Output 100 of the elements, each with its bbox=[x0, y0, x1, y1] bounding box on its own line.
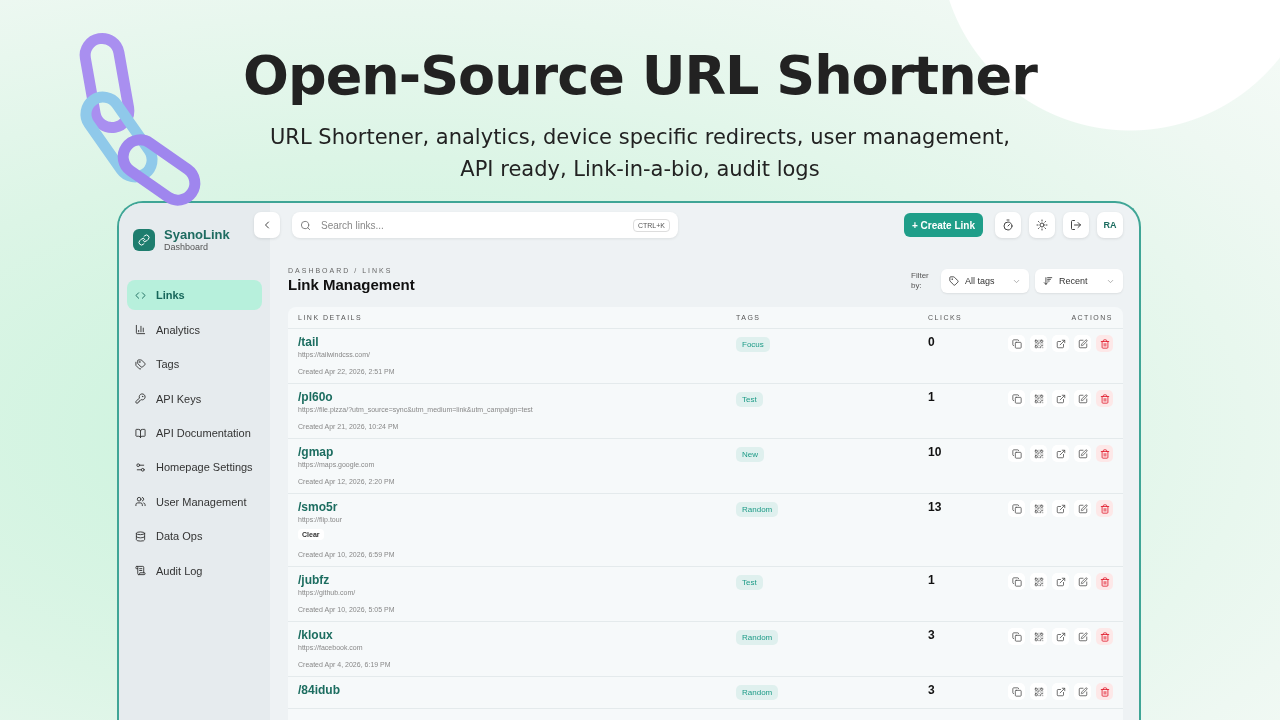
sidebar-item[interactable]: Homepage Settings bbox=[127, 452, 262, 483]
qr-code-button[interactable] bbox=[1030, 628, 1047, 646]
open-link-button[interactable] bbox=[1052, 500, 1069, 518]
sidebar-item[interactable]: User Management bbox=[127, 486, 262, 517]
edit-button[interactable] bbox=[1074, 335, 1091, 353]
external-link-icon bbox=[1055, 503, 1066, 514]
delete-button[interactable] bbox=[1096, 445, 1113, 463]
edit-button[interactable] bbox=[1074, 390, 1091, 408]
edit-button[interactable] bbox=[1074, 500, 1091, 518]
sidebar-item[interactable]: Audit Log bbox=[127, 555, 262, 586]
edit-icon bbox=[1077, 503, 1088, 514]
edit-icon bbox=[1077, 338, 1088, 349]
copy-icon bbox=[1011, 686, 1022, 697]
avatar-button[interactable]: RA bbox=[1097, 212, 1123, 239]
qr-code-icon bbox=[1033, 686, 1044, 697]
short-link[interactable]: /jubfz bbox=[298, 573, 736, 588]
sidebar-item[interactable]: Links bbox=[127, 280, 262, 311]
copy-icon bbox=[1011, 393, 1022, 404]
book-icon bbox=[135, 427, 146, 439]
timer-icon bbox=[1002, 219, 1014, 232]
short-link[interactable]: /pl60o bbox=[298, 390, 736, 405]
copy-icon bbox=[1011, 448, 1022, 459]
hero-subtitle: API ready, Link-in-a-bio, audit logs bbox=[460, 156, 820, 183]
delete-button[interactable] bbox=[1096, 390, 1113, 408]
tag-filter-select[interactable]: All tags bbox=[941, 269, 1029, 294]
open-link-button[interactable] bbox=[1052, 683, 1069, 701]
filter-label: Filter by: bbox=[911, 271, 930, 292]
logout-button[interactable] bbox=[1063, 212, 1089, 239]
external-link-icon bbox=[1055, 576, 1066, 587]
short-link[interactable]: /smo5r bbox=[298, 500, 736, 515]
copy-button[interactable] bbox=[1008, 335, 1025, 353]
search-input[interactable]: Search links... bbox=[319, 218, 625, 232]
sun-icon bbox=[1036, 219, 1048, 232]
edit-button[interactable] bbox=[1074, 683, 1091, 701]
click-count: 1 bbox=[928, 573, 936, 590]
external-link-icon bbox=[1055, 631, 1066, 642]
sidebar-item[interactable]: Data Ops bbox=[127, 521, 262, 552]
copy-button[interactable] bbox=[1008, 573, 1025, 591]
qr-code-button[interactable] bbox=[1030, 683, 1047, 701]
qr-code-button[interactable] bbox=[1030, 445, 1047, 463]
click-count: 3 bbox=[928, 683, 936, 700]
delete-button[interactable] bbox=[1096, 573, 1113, 591]
qr-code-icon bbox=[1033, 393, 1044, 404]
external-link-icon bbox=[1055, 448, 1066, 459]
copy-icon bbox=[1011, 338, 1022, 349]
qr-code-button[interactable] bbox=[1030, 390, 1047, 408]
open-link-button[interactable] bbox=[1052, 628, 1069, 646]
sidebar-item[interactable]: API Documentation bbox=[127, 418, 262, 448]
copy-button[interactable] bbox=[1008, 390, 1025, 408]
sort-select[interactable]: Recent bbox=[1035, 269, 1123, 294]
delete-button[interactable] bbox=[1096, 500, 1113, 518]
qr-code-icon bbox=[1033, 338, 1044, 349]
external-link-icon bbox=[1055, 686, 1066, 697]
link-icon bbox=[138, 233, 150, 246]
copy-icon bbox=[1011, 576, 1022, 587]
open-link-button[interactable] bbox=[1052, 390, 1069, 408]
sidebar-item[interactable]: Tags bbox=[127, 349, 262, 380]
open-link-button[interactable] bbox=[1052, 335, 1069, 353]
qr-code-button[interactable] bbox=[1030, 573, 1047, 591]
edit-button[interactable] bbox=[1074, 573, 1091, 591]
edit-button[interactable] bbox=[1074, 445, 1091, 463]
brand-subtitle: Dashboard bbox=[164, 242, 209, 253]
copy-icon bbox=[1011, 503, 1022, 514]
tag-icon bbox=[949, 276, 959, 287]
hero-subtitle: URL Shortener, analytics, device specific redirects, user management, bbox=[270, 124, 1010, 151]
sidebar-item[interactable]: API Keys bbox=[127, 383, 262, 414]
trash-icon bbox=[1099, 686, 1110, 697]
qr-code-icon bbox=[1033, 448, 1044, 459]
copy-icon bbox=[1011, 631, 1022, 642]
delete-button[interactable] bbox=[1096, 335, 1113, 353]
click-count: 13 bbox=[928, 500, 943, 517]
edit-icon bbox=[1077, 393, 1088, 404]
edit-button[interactable] bbox=[1074, 628, 1091, 646]
short-link[interactable]: /84idub bbox=[298, 683, 736, 698]
qr-code-icon bbox=[1033, 576, 1044, 587]
database-icon bbox=[135, 530, 146, 542]
open-link-button[interactable] bbox=[1052, 445, 1069, 463]
short-link[interactable]: /tail bbox=[298, 335, 736, 350]
open-link-button[interactable] bbox=[1052, 573, 1069, 591]
short-link[interactable]: /kloux bbox=[298, 628, 736, 643]
timer-button[interactable] bbox=[995, 212, 1021, 239]
code-icon bbox=[135, 289, 146, 301]
qr-code-button[interactable] bbox=[1030, 335, 1047, 353]
tag-label: Random bbox=[736, 630, 779, 646]
trash-icon bbox=[1099, 503, 1110, 514]
edit-icon bbox=[1077, 631, 1088, 642]
short-link[interactable]: /gmap bbox=[298, 445, 736, 460]
logout-icon bbox=[1070, 219, 1082, 232]
delete-button[interactable] bbox=[1096, 683, 1113, 701]
copy-button[interactable] bbox=[1008, 500, 1025, 518]
copy-button[interactable] bbox=[1008, 683, 1025, 701]
copy-button[interactable] bbox=[1008, 628, 1025, 646]
sidebar-item[interactable]: Analytics bbox=[127, 314, 262, 345]
trash-icon bbox=[1099, 448, 1110, 459]
qr-code-button[interactable] bbox=[1030, 500, 1047, 518]
copy-button[interactable] bbox=[1008, 445, 1025, 463]
sort-icon bbox=[1043, 276, 1053, 287]
theme-button[interactable] bbox=[1029, 212, 1055, 239]
delete-button[interactable] bbox=[1096, 628, 1113, 646]
bar-chart-icon bbox=[135, 324, 146, 336]
